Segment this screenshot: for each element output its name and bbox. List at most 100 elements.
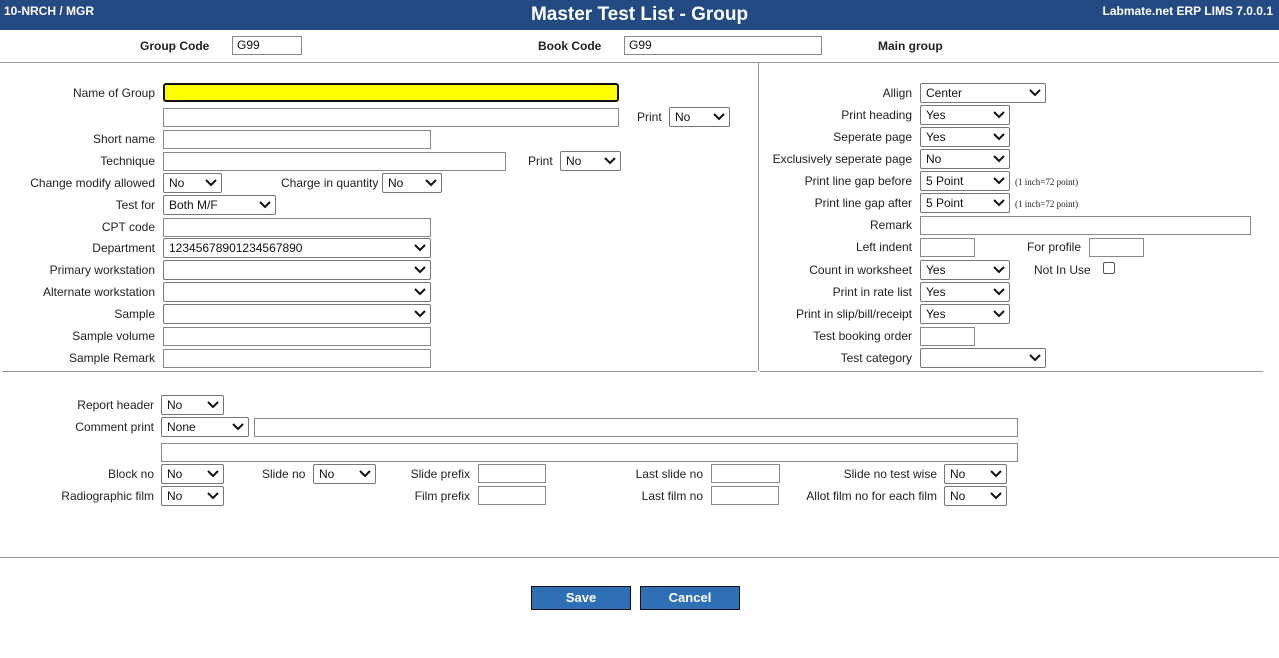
chevron-down-icon: [414, 266, 426, 274]
main-group-label: Main group: [878, 39, 943, 53]
name-of-group-input[interactable]: [163, 83, 619, 102]
primary-ws-label: Primary workstation: [49, 263, 155, 277]
chevron-down-icon: [993, 155, 1005, 163]
chevron-down-icon: [207, 470, 219, 478]
sample-select[interactable]: [163, 304, 431, 324]
chevron-down-icon: [990, 492, 1002, 500]
book-code-input[interactable]: G99: [624, 36, 822, 55]
gap-before-select[interactable]: 5 Point: [920, 171, 1010, 191]
sample-volume-label: Sample volume: [72, 329, 155, 343]
block-no-select[interactable]: No: [161, 464, 224, 484]
left-indent-input[interactable]: [920, 238, 975, 257]
save-button[interactable]: Save: [531, 586, 631, 610]
chevron-down-icon: [993, 111, 1005, 119]
count-ws-label: Count in worksheet: [809, 263, 912, 277]
last-slide-input[interactable]: [711, 464, 780, 483]
chevron-down-icon: [425, 179, 437, 187]
book-code-label: Book Code: [538, 39, 602, 53]
slide-no-select[interactable]: No: [313, 464, 376, 484]
slip-label: Print in slip/bill/receipt: [795, 307, 912, 321]
name-of-group-label: Name of Group: [72, 86, 155, 100]
excl-seperate-select[interactable]: No: [920, 149, 1010, 169]
chevron-down-icon: [993, 199, 1005, 207]
for-profile-label: For profile: [1027, 240, 1082, 254]
seperate-page-label: Seperate page: [833, 130, 912, 144]
divider: [0, 62, 1279, 63]
chevron-down-icon: [604, 157, 616, 165]
technique-input[interactable]: [163, 152, 506, 171]
slide-prefix-input[interactable]: [478, 464, 546, 483]
short-name-label: Short name: [92, 132, 155, 146]
gap-after-label: Print line gap after: [814, 196, 912, 210]
alternate-ws-select[interactable]: [163, 282, 431, 302]
change-modify-label: Change modify allowed: [30, 176, 155, 190]
page-title: Master Test List - Group: [530, 4, 749, 25]
film-prefix-input[interactable]: [478, 486, 546, 505]
technique-print-label: Print: [528, 154, 553, 168]
cpt-code-input[interactable]: [163, 218, 431, 237]
comment-print-label: Comment print: [75, 420, 154, 434]
group-alt-name-input[interactable]: [163, 108, 619, 127]
rate-list-select[interactable]: Yes: [920, 282, 1010, 302]
allign-select[interactable]: Center: [920, 83, 1046, 103]
count-ws-select[interactable]: Yes: [920, 260, 1010, 280]
chevron-down-icon: [993, 288, 1005, 296]
left-indent-label: Left indent: [855, 240, 912, 254]
slip-select[interactable]: Yes: [920, 304, 1010, 324]
booking-order-input[interactable]: [920, 327, 975, 346]
chevron-down-icon: [990, 470, 1002, 478]
chevron-down-icon: [414, 244, 426, 252]
sample-label: Sample: [114, 307, 155, 321]
radiographic-select[interactable]: No: [161, 486, 224, 506]
slide-no-label: Slide no: [262, 467, 306, 481]
gap-after-select[interactable]: 5 Point: [920, 193, 1010, 213]
department-label: Department: [92, 241, 155, 255]
report-header-select[interactable]: No: [161, 395, 224, 415]
report-header-label: Report header: [77, 398, 154, 412]
allign-label: Allign: [882, 86, 912, 100]
short-name-input[interactable]: [163, 130, 431, 149]
last-film-input[interactable]: [711, 486, 779, 505]
slide-testwise-select[interactable]: No: [944, 464, 1007, 484]
allot-film-label: Allot film no for each film: [806, 489, 937, 503]
chevron-down-icon: [993, 310, 1005, 318]
print-heading-select[interactable]: Yes: [920, 105, 1010, 125]
radiographic-label: Radiographic film: [61, 489, 154, 503]
print-select[interactable]: No: [669, 107, 730, 127]
title-bar: 10-NRCH / MGR Master Test List - Group L…: [0, 0, 1279, 30]
cancel-button[interactable]: Cancel: [640, 586, 740, 610]
chevron-down-icon: [993, 266, 1005, 274]
remark-input[interactable]: [920, 216, 1251, 235]
comment-print-select[interactable]: None: [161, 417, 249, 437]
divider: [2, 371, 757, 372]
seperate-page-select[interactable]: Yes: [920, 127, 1010, 147]
group-code-input[interactable]: G99: [232, 36, 302, 55]
sample-volume-input[interactable]: [163, 327, 431, 346]
technique-print-select[interactable]: No: [560, 151, 621, 171]
for-profile-input[interactable]: [1089, 238, 1144, 257]
chevron-down-icon: [1029, 89, 1041, 97]
sample-remark-input[interactable]: [163, 349, 431, 368]
charge-qty-select[interactable]: No: [382, 173, 442, 193]
category-select[interactable]: [920, 348, 1046, 368]
chevron-down-icon: [359, 470, 371, 478]
primary-ws-select[interactable]: [163, 260, 431, 280]
rate-list-label: Print in rate list: [832, 285, 912, 299]
divider: [0, 557, 1279, 558]
chevron-down-icon: [1029, 354, 1041, 362]
allot-film-select[interactable]: No: [944, 486, 1007, 506]
not-in-use-label: Not In Use: [1034, 263, 1091, 277]
test-for-select[interactable]: Both M/F: [163, 195, 276, 215]
technique-label: Technique: [100, 154, 155, 168]
print-heading-label: Print heading: [841, 108, 912, 122]
comment-input-1[interactable]: [254, 418, 1018, 437]
chevron-down-icon: [993, 133, 1005, 141]
excl-seperate-label: Exclusively seperate page: [772, 152, 912, 166]
film-prefix-label: Film prefix: [414, 489, 470, 503]
change-modify-select[interactable]: No: [163, 173, 222, 193]
department-select[interactable]: 12345678901234567890: [163, 238, 431, 258]
comment-input-2[interactable]: [161, 443, 1018, 462]
not-in-use-checkbox[interactable]: [1103, 262, 1115, 274]
slide-testwise-label: Slide no test wise: [843, 467, 937, 481]
app-version: Labmate.net ERP LIMS 7.0.0.1: [1102, 4, 1273, 18]
